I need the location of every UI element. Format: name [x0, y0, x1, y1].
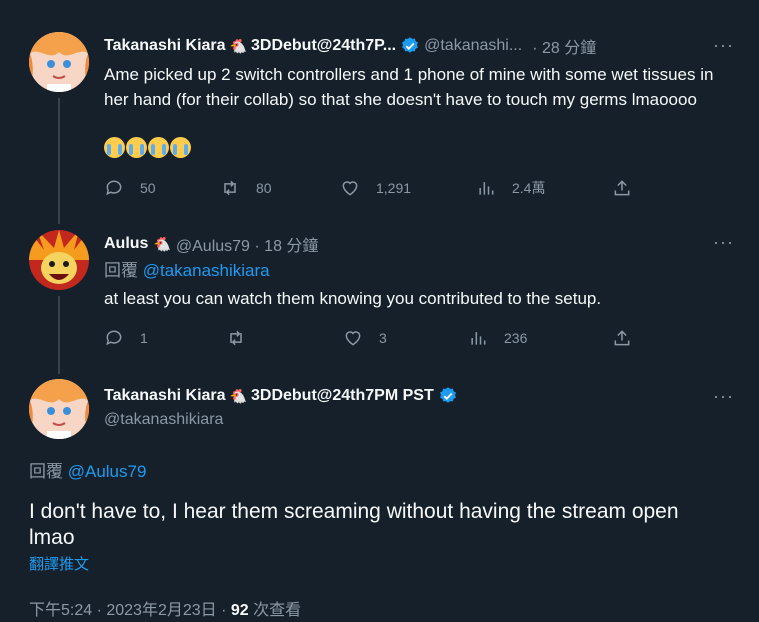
reply-prefix: 回覆: [29, 462, 63, 481]
view-count: 2.4萬: [512, 180, 546, 196]
chicken-emoji-icon: 🐔: [229, 387, 247, 404]
retweet-icon: [224, 180, 236, 196]
avatar-kiara[interactable]: [29, 32, 89, 92]
tweet-text: at least you can watch them knowing you …: [104, 289, 602, 308]
crying-emoji-icon: [126, 137, 147, 158]
tweet-time[interactable]: · 28 分鐘: [532, 34, 596, 58]
crying-emoji-icon: [104, 137, 125, 158]
avatar-aulus[interactable]: [29, 230, 89, 290]
avatar-kiara[interactable]: [29, 379, 89, 439]
like-count: 3: [379, 330, 387, 346]
author-name[interactable]: Takanashi Kiara: [104, 37, 226, 55]
author-handle[interactable]: @takanashi...: [424, 37, 522, 55]
chicken-emoji-icon: 🐔: [153, 235, 171, 252]
reply-button[interactable]: 1: [104, 328, 148, 348]
thread-line: [58, 98, 60, 224]
reply-count: 1: [140, 330, 148, 346]
like-button[interactable]: 3: [343, 328, 387, 348]
tweet-timestamp[interactable]: 下午5:24 · 2023年2月23日 ·: [29, 602, 231, 619]
retweet-button[interactable]: 80: [220, 178, 272, 198]
share-icon: [614, 330, 630, 346]
reply-icon: [106, 180, 122, 196]
more-options-icon[interactable]: ···: [713, 35, 734, 56]
tweet-text: Ame picked up 2 switch controllers and 1…: [104, 65, 714, 109]
analytics-icon: [471, 332, 486, 345]
avatar-kiara-image: [29, 32, 89, 92]
retweet-icon: [230, 330, 242, 346]
tweet-text: I don't have to, I hear them screaming w…: [29, 500, 679, 549]
author-handle-time[interactable]: @Aulus79 · 18 分鐘: [176, 232, 319, 256]
reply-to-link[interactable]: @Aulus79: [68, 462, 147, 481]
share-icon: [614, 180, 630, 196]
retweet-button[interactable]: [226, 328, 256, 348]
tweet-view-count: 92: [230, 602, 249, 619]
author-name[interactable]: Takanashi Kiara: [104, 387, 226, 405]
tweet-view-label: 次查看: [248, 602, 302, 619]
share-button[interactable]: [612, 178, 632, 198]
reply-icon: [106, 330, 122, 346]
crying-emoji-icon: [148, 137, 169, 158]
like-count: 1,291: [376, 180, 412, 196]
chicken-emoji-icon: 🐔: [229, 37, 247, 54]
heart-icon: [342, 181, 358, 196]
like-button[interactable]: 1,291: [340, 178, 411, 198]
translate-tweet-link[interactable]: 翻譯推文: [29, 553, 89, 574]
reply-button[interactable]: 50: [104, 178, 156, 198]
author-name-suffix[interactable]: 3DDebut@24th7P...: [251, 37, 396, 55]
heart-icon: [345, 331, 361, 346]
reply-count: 50: [140, 180, 156, 196]
crying-emoji-icon: [170, 137, 191, 158]
views-button[interactable]: 236: [468, 328, 527, 348]
share-button[interactable]: [612, 328, 632, 348]
thread-line: [58, 296, 60, 374]
reply-to-link[interactable]: @takanashikiara: [143, 261, 270, 280]
crying-emoji-row: [104, 137, 192, 158]
author-name[interactable]: Aulus: [104, 235, 148, 253]
more-options-icon[interactable]: ···: [713, 232, 734, 253]
verified-badge-icon: [439, 387, 456, 403]
more-options-icon[interactable]: ···: [713, 386, 734, 407]
avatar-aulus-image: [29, 230, 89, 290]
verified-badge-icon: [402, 37, 419, 53]
retweet-count: 80: [256, 180, 272, 196]
avatar-kiara-image: [29, 379, 89, 439]
views-button[interactable]: 2.4萬: [476, 178, 545, 198]
author-name-suffix[interactable]: 3DDebut@24th7PM PST: [251, 387, 434, 405]
reply-prefix: 回覆: [104, 261, 138, 280]
analytics-icon: [479, 182, 494, 195]
author-handle[interactable]: @takanashikiara: [104, 411, 223, 429]
view-count: 236: [504, 330, 528, 346]
